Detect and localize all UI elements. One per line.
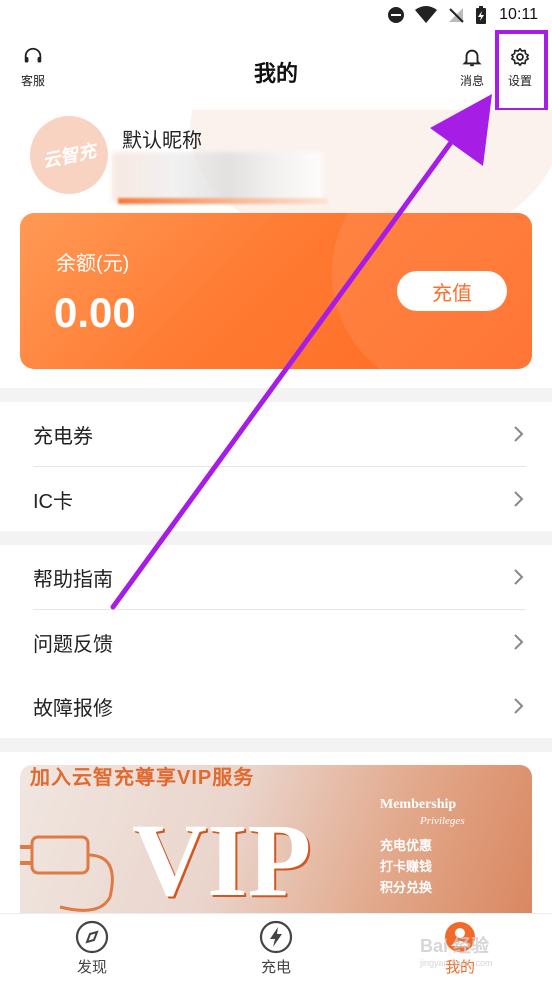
- nickname: 默认昵称: [122, 130, 202, 152]
- chevron-right-icon: [514, 491, 524, 507]
- tab-discover[interactable]: 发现: [47, 920, 137, 977]
- menu-item-label: 故障报修: [33, 697, 113, 720]
- bell-icon: [462, 49, 482, 67]
- menu-item-label: 问题反馈: [33, 633, 113, 656]
- lightning-icon: [259, 920, 293, 954]
- section-divider: [0, 388, 552, 402]
- menu-item-label: IC卡: [33, 490, 73, 513]
- menu-item-label: 充电券: [33, 425, 93, 448]
- watermark-text: Bai 经验: [420, 936, 490, 956]
- tab-label: 发现: [76, 959, 107, 976]
- watermark-url: jingyan.baidu.com: [420, 958, 493, 968]
- menu-item-coupons[interactable]: 充电券: [0, 402, 552, 466]
- messages-button[interactable]: 消息: [450, 46, 494, 89]
- settings-highlight-box: [495, 30, 548, 112]
- chevron-right-icon: [514, 426, 524, 442]
- header: 客服 我的 消息 设置: [0, 34, 552, 106]
- vip-banner-headline: 加入云智充尊享VIP服务: [30, 767, 255, 789]
- compass-icon: [75, 920, 109, 954]
- blurred-line: [118, 198, 328, 204]
- vip-benefit: 充电优惠: [380, 838, 433, 853]
- balance-amount: 0.00: [54, 289, 136, 336]
- vip-membership-text: Membership: [380, 797, 457, 812]
- vip-benefit: 积分兑换: [380, 880, 433, 895]
- tab-charge[interactable]: 充电: [231, 920, 321, 977]
- messages-label: 消息: [459, 74, 484, 88]
- menu-item-help-guide[interactable]: 帮助指南: [0, 545, 552, 609]
- balance-card: 余额(元) 0.00 充值: [20, 213, 532, 369]
- vip-benefits-list: 充电优惠 打卡赚钱 积分兑换: [380, 835, 432, 898]
- menu-item-label: 帮助指南: [33, 568, 113, 591]
- vip-privileges-text: Privileges: [420, 815, 465, 827]
- status-time: 10:11: [499, 6, 538, 23]
- chevron-right-icon: [514, 569, 524, 585]
- watermark: Bai 经验 jingyan.baidu.com: [420, 932, 493, 968]
- section-divider: [0, 531, 552, 545]
- vip-big-text: VIP: [132, 803, 312, 918]
- blurred-account-info: [112, 152, 322, 202]
- vip-banner[interactable]: 加入云智充尊享VIP服务 VIP Membership Privileges 充…: [20, 765, 532, 935]
- status-bar: 10:11: [0, 0, 552, 34]
- chevron-right-icon: [514, 698, 524, 714]
- vip-benefit: 打卡赚钱: [380, 859, 433, 874]
- battery-charging-icon: [476, 6, 487, 24]
- plug-icon: [20, 835, 114, 912]
- profile-section[interactable]: 云智充 默认昵称: [0, 110, 552, 220]
- tab-label: 充电: [260, 959, 291, 976]
- status-icons: 10:11: [387, 6, 538, 24]
- no-signal-icon: [449, 8, 464, 23]
- do-not-disturb-icon: [388, 7, 405, 23]
- balance-label: 余额(元): [56, 253, 130, 275]
- wifi-icon: [415, 6, 438, 23]
- avatar-logo: 云智充: [40, 140, 98, 172]
- menu-item-fault-report[interactable]: 故障报修: [0, 674, 552, 738]
- section-divider: [0, 738, 552, 752]
- menu-item-feedback[interactable]: 问题反馈: [0, 610, 552, 674]
- recharge-button[interactable]: 充值: [397, 271, 507, 311]
- menu-item-ic-card[interactable]: IC卡: [0, 467, 552, 531]
- avatar[interactable]: 云智充: [30, 116, 108, 194]
- chevron-right-icon: [514, 634, 524, 650]
